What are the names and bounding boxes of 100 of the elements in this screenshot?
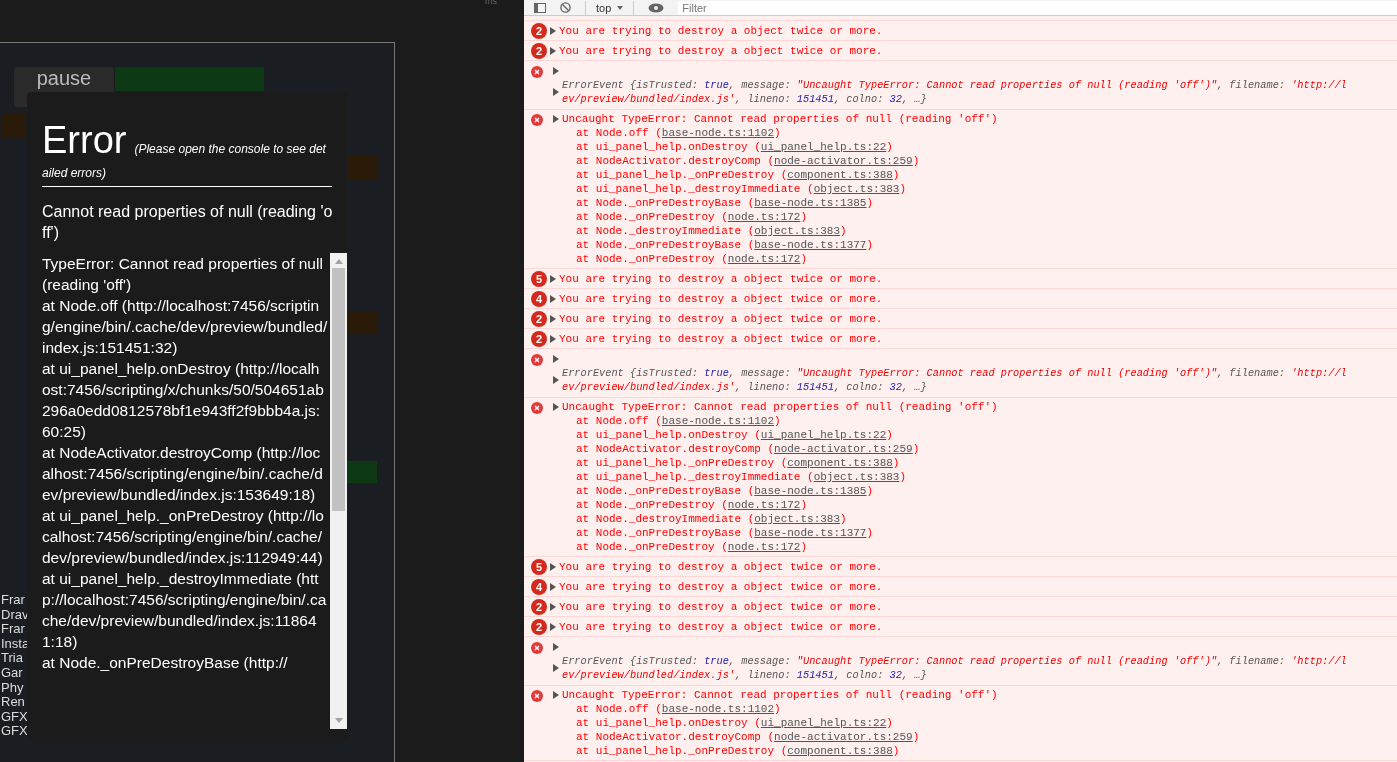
expand-arrow-icon[interactable] — [550, 46, 556, 55]
source-link[interactable]: base-node.ts:1102 — [661, 414, 775, 428]
console-error-message: Uncaught TypeError: Cannot read properties of null (reading 'off') — [562, 688, 998, 702]
stats-label: Frar — [1, 593, 26, 608]
console-message: You are trying to destroy a object twice or more. — [559, 271, 883, 286]
repeat-count-badge: 4 — [531, 290, 547, 307]
expand-arrow-icon[interactable] — [550, 26, 556, 35]
eye-icon[interactable] — [648, 2, 665, 13]
scrollbar[interactable] — [330, 253, 347, 729]
source-link[interactable]: base-node.ts:1385 — [754, 484, 867, 498]
expand-arrow-icon[interactable] — [550, 562, 556, 571]
source-link[interactable]: base-node.ts:1102 — [661, 702, 775, 716]
stats-label: Frar — [1, 622, 26, 637]
source-link[interactable]: object.ts:383 — [813, 470, 900, 484]
console-message: You are trying to destroy a object twice or more. — [559, 23, 883, 38]
stack-frame-paren: ) — [866, 238, 874, 252]
expand-arrow-icon[interactable] — [553, 376, 559, 384]
error-event-line: ErrorEvent {isTrusted: true, message: "Uncaught TypeError: Cannot read properties of null (reading 'off')", filename: 'http://l — [562, 78, 1347, 92]
stack-trace-line: at ui_panel_help._onPreDestroy (http://localhost:7456/scripting/engine/bin/.cache/dev/preview/bundled/index.js:112949:44) — [42, 506, 325, 568]
repeat-count-badge: 5 — [531, 270, 547, 287]
expand-arrow-icon[interactable] — [553, 403, 559, 411]
error-event-line: ev/preview/bundled/index.js', lineno: 151451, colno: 32, …} — [562, 668, 928, 682]
console-message: You are trying to destroy a object twice or more. — [559, 579, 883, 594]
stack-frame: at ui_panel_help._onPreDestroy ( — [576, 456, 788, 470]
stats-label: Gar — [1, 665, 24, 681]
expand-arrow-icon[interactable] — [550, 602, 556, 611]
stack-frame: at Node._onPreDestroyBase ( — [576, 238, 755, 252]
source-link[interactable]: node.ts:172 — [727, 210, 801, 224]
error-icon — [531, 689, 543, 702]
expand-arrow-icon[interactable] — [550, 274, 556, 283]
console-message: You are trying to destroy a object twice or more. — [559, 599, 883, 614]
stats-label: GFX — [1, 724, 27, 739]
expand-arrow-icon[interactable] — [553, 67, 559, 75]
stats-label: Phy — [1, 680, 25, 696]
expand-arrow-icon[interactable] — [553, 691, 559, 699]
repeat-count-badge: 2 — [531, 598, 547, 615]
error-event-line: ErrorEvent {isTrusted: true, message: "Uncaught TypeError: Cannot read properties of null (reading 'off')", filename: 'http://l — [562, 366, 1347, 380]
stack-frame-paren: ) — [866, 484, 874, 498]
source-link[interactable]: base-node.ts:1377 — [754, 238, 867, 252]
console-message: You are trying to destroy a object twice or more. — [559, 311, 883, 326]
error-icon — [531, 65, 543, 78]
stack-frame-paren: ) — [866, 196, 874, 210]
source-link[interactable]: node-activator.ts:259 — [774, 154, 913, 168]
expand-arrow-icon[interactable] — [553, 88, 559, 96]
expand-arrow-icon[interactable] — [553, 643, 559, 651]
source-link[interactable]: object.ts:383 — [754, 512, 841, 526]
stats-unit: ms — [485, 0, 497, 8]
source-link[interactable]: node.ts:172 — [727, 540, 801, 554]
source-link[interactable]: ui_panel_help.ts:22 — [760, 428, 887, 442]
stack-frame: at NodeActivator.destroyComp ( — [576, 730, 775, 744]
console-message: You are trying to destroy a object twice or more. — [559, 43, 883, 58]
stack-frame-paren: ) — [899, 470, 907, 484]
stack-trace-line: at Node._onPreDestroyBase (http:// — [42, 653, 289, 673]
game-block — [347, 461, 377, 483]
console-message: You are trying to destroy a object twice or more. — [559, 619, 883, 634]
expand-arrow-icon[interactable] — [550, 294, 556, 303]
source-link[interactable]: node-activator.ts:259 — [774, 442, 913, 456]
stack-trace-line: at NodeActivator.destroyComp (http://localhost:7456/scripting/engine/bin/.cache/dev/preview/bundled/index.js:153649:18) — [42, 443, 324, 505]
source-link[interactable]: object.ts:383 — [754, 224, 841, 238]
stack-trace-line: TypeError: Cannot read properties of null (reading 'off') — [42, 254, 324, 295]
sidebar-toggle-icon[interactable] — [534, 2, 546, 13]
source-link[interactable]: component.ts:388 — [787, 744, 893, 758]
filter-field[interactable]: Filter — [678, 0, 1397, 15]
source-link[interactable]: ui_panel_help.ts:22 — [760, 140, 887, 154]
source-link[interactable]: base-node.ts:1377 — [754, 526, 867, 540]
source-link[interactable]: node.ts:172 — [727, 498, 801, 512]
error-icon — [531, 353, 543, 366]
expand-arrow-icon[interactable] — [550, 314, 556, 323]
source-link[interactable]: component.ts:388 — [787, 168, 893, 182]
expand-arrow-icon[interactable] — [550, 334, 556, 343]
expand-arrow-icon[interactable] — [553, 355, 559, 363]
source-link[interactable]: object.ts:383 — [813, 182, 900, 196]
source-link[interactable]: ui_panel_help.ts:22 — [760, 716, 887, 730]
caret-icon — [617, 5, 624, 10]
stack-frame-paren: ) — [800, 498, 808, 512]
stack-frame: at Node._onPreDestroyBase ( — [576, 196, 755, 210]
source-link[interactable]: node.ts:172 — [727, 252, 801, 266]
game-block — [2, 113, 26, 137]
stats-label: Drav — [1, 607, 27, 623]
stack-frame: at ui_panel_help._destroyImmediate ( — [576, 182, 814, 196]
repeat-count-badge: 5 — [531, 558, 547, 575]
expand-arrow-icon[interactable] — [550, 622, 556, 631]
source-link[interactable]: base-node.ts:1385 — [754, 196, 867, 210]
stack-frame: at Node._onPreDestroy ( — [576, 498, 728, 512]
stack-frame: at Node.off ( — [576, 702, 662, 716]
clear-console-icon[interactable] — [560, 2, 571, 13]
expand-arrow-icon[interactable] — [553, 115, 559, 123]
error-icon — [531, 113, 543, 126]
source-link[interactable]: base-node.ts:1102 — [661, 126, 775, 140]
expand-arrow-icon[interactable] — [553, 664, 559, 672]
stack-trace-line: at ui_panel_help.onDestroy (http://localhost:7456/scripting/x/chunks/50/504651ab296a0edd0812578bf1e943ff2f9bbb4a.js:60:25) — [42, 359, 325, 442]
expand-arrow-icon[interactable] — [550, 582, 556, 591]
stack-frame: at Node._onPreDestroy ( — [576, 540, 728, 554]
scrollbar-thumb[interactable] — [332, 268, 345, 511]
stack-frame: at Node._destroyImmediate ( — [576, 224, 755, 238]
stack-frame-paren: ) — [800, 252, 808, 266]
source-link[interactable]: component.ts:388 — [787, 456, 893, 470]
context-dropdown[interactable]: top — [585, 0, 635, 15]
repeat-count-badge: 2 — [531, 618, 547, 635]
source-link[interactable]: node-activator.ts:259 — [774, 730, 913, 744]
